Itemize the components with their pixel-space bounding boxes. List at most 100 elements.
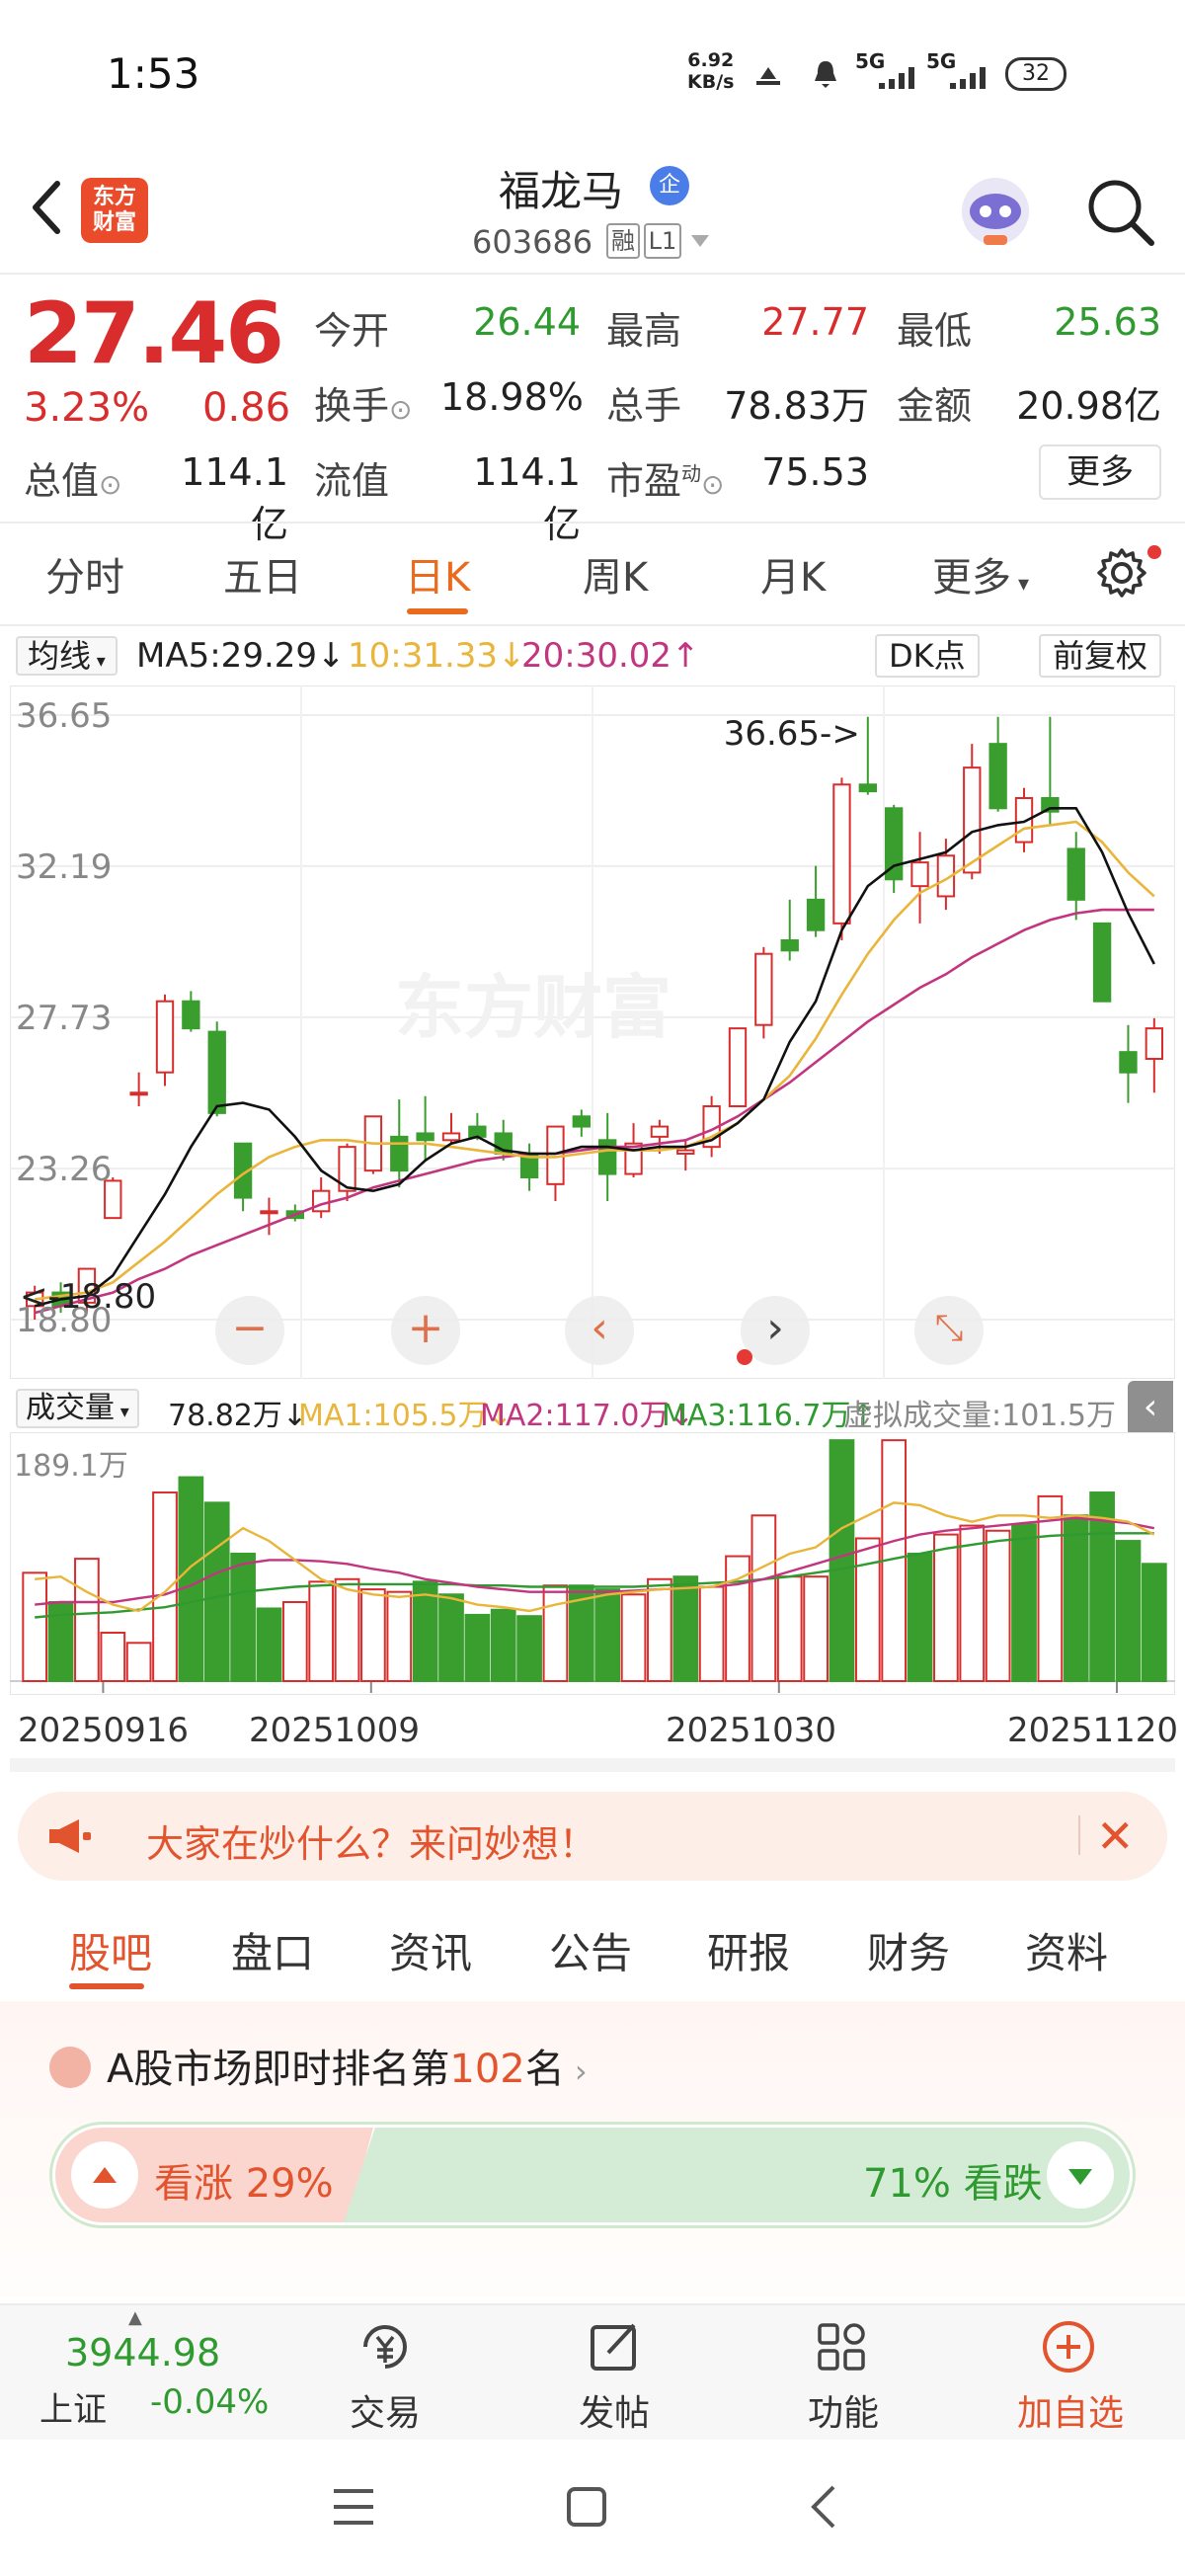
y-axis-label: 32.19 xyxy=(16,847,112,887)
tab-news[interactable]: 资讯 xyxy=(389,1920,472,1980)
volume-readout: 78.82万↓ xyxy=(168,1399,308,1433)
function-label[interactable]: 功能 xyxy=(808,2384,879,2436)
post-label[interactable]: 发帖 xyxy=(579,2384,650,2436)
battery-icon: 32 xyxy=(1005,57,1066,91)
zoom-in-button[interactable]: + xyxy=(391,1296,460,1365)
ma-type-select[interactable]: 均线 ▾ xyxy=(16,636,118,676)
volume-chart[interactable]: 189.1万 xyxy=(10,1432,1175,1695)
volume-bar xyxy=(334,1577,360,1683)
volume-bar xyxy=(907,1552,933,1682)
gear-icon[interactable] xyxy=(1094,545,1149,601)
volume-bar xyxy=(1115,1540,1142,1682)
assistant-mascot-icon[interactable] xyxy=(954,168,1037,251)
volume-bar xyxy=(750,1514,777,1682)
add-watchlist-label[interactable]: 加自选 xyxy=(1017,2384,1124,2436)
tab-financials[interactable]: 财务 xyxy=(867,1920,950,1980)
tab-daily-k[interactable]: 日K xyxy=(405,545,470,603)
more-button[interactable]: 更多 xyxy=(1039,444,1161,500)
collapse-panel-button[interactable]: ‹ xyxy=(1128,1381,1173,1436)
stock-name[interactable]: 福龙马 xyxy=(499,158,623,218)
compose-icon[interactable] xyxy=(585,2317,644,2376)
tab-more-label: 更多 xyxy=(932,555,1011,601)
market-rank[interactable]: A股市场即时排名第102名 › xyxy=(107,2037,588,2094)
volume-bar xyxy=(620,1593,647,1683)
grid-apps-icon[interactable] xyxy=(812,2317,871,2376)
amount-value: 20.98亿 xyxy=(1016,384,1161,428)
bell-icon xyxy=(815,61,836,88)
volume-bar xyxy=(74,1558,100,1682)
index-change[interactable]: -0.04% xyxy=(150,2382,269,2422)
brand-logo: 东方 财富 xyxy=(81,178,148,243)
divider xyxy=(0,522,1185,523)
ranking-icon xyxy=(49,2047,91,2088)
volume-indicator-select[interactable]: 成交量 ▾ xyxy=(16,1389,139,1428)
trade-icon[interactable] xyxy=(356,2317,415,2376)
trade-label[interactable]: 交易 xyxy=(350,2384,421,2436)
system-navigation-bar xyxy=(0,2440,1185,2576)
banner-text[interactable]: 大家在炒什么？来问妙想！ xyxy=(146,1813,596,1868)
zoom-out-button[interactable]: − xyxy=(215,1296,284,1365)
scroll-left-button[interactable]: ‹ xyxy=(565,1296,634,1365)
home-icon[interactable] xyxy=(565,2485,608,2529)
signal-2-icon xyxy=(950,67,986,89)
vote-down-button[interactable] xyxy=(1047,2141,1114,2209)
tab-research[interactable]: 研报 xyxy=(707,1920,790,1980)
fullscreen-button[interactable]: ⤡ xyxy=(914,1296,984,1365)
caret-down-icon: ▾ xyxy=(91,651,106,672)
volume-bar xyxy=(959,1524,986,1682)
index-name[interactable]: 上证 xyxy=(40,2382,107,2431)
volume-bar xyxy=(542,1584,569,1682)
latest-marker-dot xyxy=(737,1349,752,1365)
pe-value: 75.53 xyxy=(761,450,869,494)
volume-bar xyxy=(22,1571,48,1683)
tab-pankou[interactable]: 盘口 xyxy=(231,1920,314,1980)
dk-point-button[interactable]: DK点 xyxy=(875,634,980,678)
net-speed-value: 6.92 xyxy=(687,49,735,71)
banner-separator xyxy=(1078,1815,1080,1855)
kline-chart[interactable]: 东方财富 36.6532.1927.7323.2618.8036.65-><-1… xyxy=(10,685,1175,1379)
volume-bar xyxy=(125,1642,152,1683)
float-mv-label: 流值 xyxy=(314,459,390,503)
volume-value: 78.83万 xyxy=(724,384,869,428)
volume-bar xyxy=(152,1491,178,1682)
last-price: 27.46 xyxy=(24,284,284,383)
info-icon[interactable]: ⊙ xyxy=(389,393,412,426)
tab-guba[interactable]: 股吧 xyxy=(69,1920,152,1980)
dropdown-triangle-icon[interactable] xyxy=(689,233,711,249)
close-icon[interactable]: ✕ xyxy=(1096,1810,1135,1863)
total-mv-value: 114.1亿 xyxy=(181,450,288,546)
change-percent: 3.23% xyxy=(24,385,150,431)
vote-up-button[interactable] xyxy=(71,2141,138,2209)
menu-icon[interactable] xyxy=(332,2487,375,2527)
high-label: 最高 xyxy=(606,309,682,353)
candlestick xyxy=(155,994,175,1087)
back-nav-icon[interactable] xyxy=(808,2483,839,2531)
pe-label[interactable]: 市盈动⊙ xyxy=(606,450,724,505)
tab-profile[interactable]: 资料 xyxy=(1025,1920,1108,1980)
tab-more[interactable]: 更多 ▾ xyxy=(932,545,1029,603)
volume-bar xyxy=(490,1608,516,1682)
date-label: 20251009 xyxy=(249,1711,421,1750)
rank-suffix: 名 xyxy=(524,2047,565,2092)
candlestick xyxy=(728,1027,748,1107)
add-watchlist-icon[interactable] xyxy=(1039,2317,1098,2376)
index-value[interactable]: 3944.98 xyxy=(65,2331,220,2375)
volume-bar xyxy=(308,1580,335,1683)
turnover-label[interactable]: 换手⊙ xyxy=(314,375,412,430)
tab-intraday[interactable]: 分时 xyxy=(45,545,124,603)
tab-monthly-k[interactable]: 月K xyxy=(760,545,826,603)
status-bar: 1:53 6.92 KB/s 5G 5G 32 xyxy=(0,0,1185,148)
volume-bar xyxy=(281,1601,308,1682)
total-mv-label[interactable]: 总值⊙ xyxy=(24,450,121,505)
tab-five-day[interactable]: 五日 xyxy=(223,545,302,603)
adjust-mode-button[interactable]: 前复权 xyxy=(1039,634,1162,678)
tab-announcements[interactable]: 公告 xyxy=(549,1920,632,1980)
info-icon[interactable]: ⊙ xyxy=(701,468,724,501)
ma10-readout: 10:31.33↓ xyxy=(348,636,526,676)
back-arrow-icon[interactable] xyxy=(24,176,67,239)
search-icon[interactable] xyxy=(1082,174,1157,249)
candlestick xyxy=(207,1021,226,1117)
tab-weekly-k[interactable]: 周K xyxy=(583,545,648,603)
info-icon[interactable]: ⊙ xyxy=(99,468,121,501)
network-speed: 6.92 KB/s xyxy=(687,49,734,93)
